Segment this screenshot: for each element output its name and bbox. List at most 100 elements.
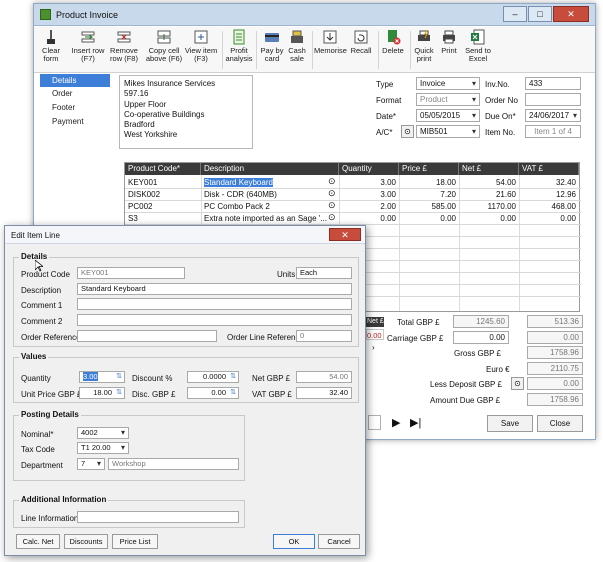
quick-print-button[interactable]: Quick print	[412, 29, 436, 71]
calc-net-button[interactable]: Calc. Net	[16, 534, 60, 549]
cell-quantity[interactable]: 3.00	[339, 177, 399, 188]
total-net-field: 1245.60	[453, 315, 509, 328]
cell-description[interactable]: Standard Keyboard	[201, 177, 339, 188]
send-to-excel-button[interactable]: Send to Excel	[462, 29, 494, 71]
cell-product-code[interactable]: PC002	[125, 201, 201, 212]
row-expand-icon[interactable]: ⊙	[328, 200, 336, 211]
account-select[interactable]: MIB501	[416, 125, 480, 138]
dueon-field[interactable]: 24/06/2017	[525, 109, 581, 122]
ok-button[interactable]: OK	[273, 534, 315, 549]
line-information-field[interactable]	[77, 511, 239, 523]
cancel-button[interactable]: Cancel	[318, 534, 360, 549]
nominal-select[interactable]: 4002	[77, 427, 129, 439]
cell-description[interactable]: Extra note imported as an Sage '...	[201, 213, 329, 224]
type-select[interactable]: Invoice	[416, 77, 480, 90]
cell-net[interactable]: 1170.00	[459, 201, 519, 212]
pay-by-card-button[interactable]: Pay by card	[258, 29, 286, 71]
account-lookup-icon[interactable]: ⊙	[401, 125, 414, 138]
col-description[interactable]: Description	[201, 163, 339, 175]
maximize-button[interactable]: □	[528, 6, 552, 22]
delete-button[interactable]: Delete	[380, 29, 406, 71]
vat-gbp-field[interactable]: 32.40	[296, 387, 352, 399]
itemno-field: Item 1 of 4	[525, 125, 581, 138]
carriage-label: Carriage GBP £	[387, 334, 444, 343]
col-vat[interactable]: VAT £	[519, 163, 579, 175]
profit-analysis-icon	[233, 29, 245, 45]
quantity-stepper[interactable]: 3.00	[79, 371, 125, 383]
scroll-right-icon[interactable]: ›	[372, 342, 382, 353]
comment1-field[interactable]	[77, 298, 352, 310]
clear-form-button[interactable]: Clear form	[40, 29, 62, 71]
cell-net[interactable]: 54.00	[459, 177, 519, 188]
cell-price[interactable]: 7.20	[399, 189, 459, 200]
minimize-button[interactable]: –	[503, 6, 527, 22]
close-window-button[interactable]: ✕	[553, 6, 589, 22]
memorise-button[interactable]: Memorise	[314, 29, 347, 71]
comment2-field[interactable]	[77, 314, 352, 326]
last-record-icon[interactable]: ▶|	[410, 416, 421, 429]
recall-label: Recall	[350, 46, 372, 55]
cell-product-code[interactable]: DISK002	[125, 189, 201, 200]
col-net[interactable]: Net £	[459, 163, 519, 175]
carriage-net-field[interactable]: 0.00	[453, 331, 509, 344]
customer-address[interactable]: Mikes Insurance Services 597.16 Upper Fl…	[119, 75, 253, 149]
row-expand-icon[interactable]: ⊙	[328, 188, 336, 199]
price-list-button[interactable]: Price List	[112, 534, 158, 549]
orderno-field[interactable]	[525, 93, 581, 106]
next-record-icon[interactable]: ▶	[392, 416, 400, 429]
cell-vat[interactable]: 12.96	[519, 189, 579, 200]
row-expand-icon[interactable]: ⊙	[328, 212, 336, 223]
cell-quantity[interactable]: 2.00	[339, 201, 399, 212]
cell-vat[interactable]: 0.00	[519, 213, 579, 224]
discount-percent-stepper[interactable]: 0.0000	[187, 371, 239, 383]
insert-row-button[interactable]: Insert row (F7)	[70, 29, 106, 71]
profit-analysis-button[interactable]: Profit analysis	[224, 29, 254, 71]
nav-item-payment[interactable]: Payment	[40, 115, 110, 128]
cell-quantity[interactable]: 0.00	[339, 213, 399, 224]
record-number-field[interactable]	[368, 415, 381, 430]
description-field[interactable]: Standard Keyboard	[77, 283, 352, 295]
col-price[interactable]: Price £	[399, 163, 459, 175]
date-field[interactable]: 05/05/2015	[416, 109, 480, 122]
cell-product-code[interactable]: KEY001	[125, 177, 201, 188]
cell-description[interactable]: Disk - CDR (640MB)	[201, 189, 339, 200]
print-button[interactable]: Print	[438, 29, 460, 71]
col-product-code[interactable]: Product Code*	[125, 163, 201, 175]
format-select[interactable]: Product	[416, 93, 480, 106]
invno-field[interactable]: 433	[525, 77, 581, 90]
nav-item-order[interactable]: Order	[40, 87, 110, 100]
toolbar-separator	[256, 31, 257, 69]
address-line: 597.16	[124, 89, 149, 99]
cell-quantity[interactable]: 3.00	[339, 189, 399, 200]
department-select[interactable]: 7	[77, 458, 105, 470]
unit-price-stepper[interactable]: 18.00	[79, 387, 125, 399]
tax-code-select[interactable]: T1 20.00	[77, 442, 129, 454]
recall-button[interactable]: Recall	[348, 29, 374, 71]
cash-sale-button[interactable]: Cash sale	[286, 29, 308, 71]
dialog-close-button[interactable]: ✕	[329, 228, 361, 241]
order-reference-field[interactable]	[77, 330, 217, 342]
units-field[interactable]: Each	[296, 267, 352, 279]
discounts-button[interactable]: Discounts	[64, 534, 108, 549]
disc-gbp-stepper[interactable]: 0.00	[187, 387, 239, 399]
cell-price[interactable]: 18.00	[399, 177, 459, 188]
cell-vat[interactable]: 32.40	[519, 177, 579, 188]
nav-item-footer[interactable]: Footer	[40, 101, 110, 114]
cell-price[interactable]: 0.00	[399, 213, 459, 224]
col-quantity[interactable]: Quantity	[339, 163, 399, 175]
remove-row-button[interactable]: Remove row (F8)	[106, 29, 142, 71]
cell-net[interactable]: 21.60	[459, 189, 519, 200]
cell-description[interactable]: PC Combo Pack 2	[201, 201, 339, 212]
row-expand-icon[interactable]: ⊙	[328, 176, 336, 187]
cell-price[interactable]: 585.00	[399, 201, 459, 212]
close-button[interactable]: Close	[537, 415, 583, 432]
deposit-lookup-icon[interactable]: ⊙	[511, 377, 524, 390]
copy-cell-above-button[interactable]: Copy cell above (F6)	[144, 29, 184, 71]
cell-vat[interactable]: 468.00	[519, 201, 579, 212]
view-item-button[interactable]: View item (F3)	[184, 29, 218, 71]
cell-product-code[interactable]: S3	[125, 213, 201, 224]
address-line: Bradford	[124, 120, 155, 130]
save-button[interactable]: Save	[487, 415, 533, 432]
nav-item-details[interactable]: Details	[40, 74, 110, 87]
cell-net[interactable]: 0.00	[459, 213, 519, 224]
